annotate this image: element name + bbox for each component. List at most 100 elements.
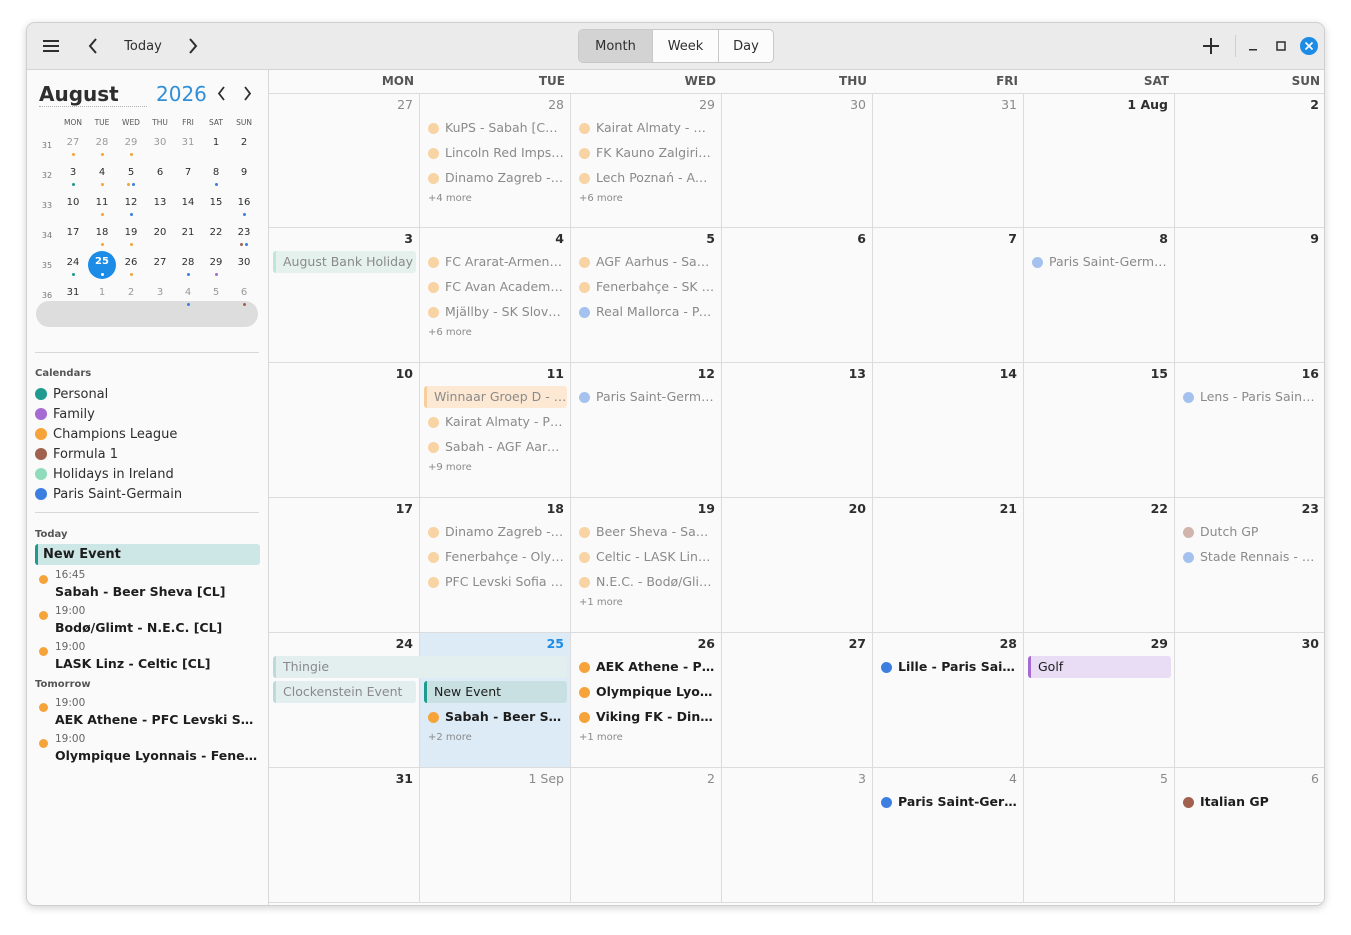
event-item[interactable]: AEK Athene - PFC … bbox=[579, 657, 715, 677]
event-item[interactable]: Mjällby - SK Slovan… bbox=[428, 302, 564, 322]
mini-day[interactable]: 31 bbox=[174, 132, 202, 160]
mini-day[interactable]: 29 bbox=[202, 252, 230, 280]
new-event-button[interactable] bbox=[1199, 31, 1223, 61]
day-cell[interactable]: 7 bbox=[873, 228, 1024, 363]
mini-day[interactable]: 30 bbox=[230, 252, 258, 280]
agenda-event[interactable]: 16:45 Sabah - Beer Sheva [CL] bbox=[35, 569, 261, 603]
event-item[interactable]: Italian GP bbox=[1183, 792, 1319, 812]
day-cell[interactable]: 18 Dinamo Zagreb - Vi… Fenerbahçe - Olym… P… bbox=[420, 498, 571, 633]
calendar-item[interactable]: Holidays in Ireland bbox=[35, 464, 174, 484]
today-button[interactable]: Today bbox=[117, 31, 169, 61]
day-cell[interactable]: 21 bbox=[873, 498, 1024, 633]
event-item[interactable]: Viking FK - Dinamo… bbox=[579, 707, 715, 727]
mini-day[interactable]: 8 bbox=[202, 162, 230, 190]
event-item[interactable]: FC Ararat-Armenia… bbox=[428, 252, 564, 272]
mini-day[interactable]: 20 bbox=[146, 222, 174, 250]
calendar-item[interactable]: Champions League bbox=[35, 424, 177, 444]
mini-day[interactable]: 7 bbox=[174, 162, 202, 190]
day-cell[interactable]: 14 bbox=[873, 363, 1024, 498]
mini-day[interactable]: 27 bbox=[59, 132, 87, 160]
mini-day[interactable]: 22 bbox=[202, 222, 230, 250]
mini-day[interactable]: 24 bbox=[59, 252, 87, 280]
event-item[interactable]: Fenerbahçe - Olym… bbox=[428, 547, 564, 567]
more-events-link[interactable]: +2 more bbox=[428, 732, 472, 743]
mini-day[interactable]: 6 bbox=[146, 162, 174, 190]
day-cell[interactable]: 11 Kairat Almaty - PF… Sabah - AGF Aarhu… +… bbox=[420, 363, 571, 498]
close-button[interactable] bbox=[1299, 31, 1319, 61]
minimize-button[interactable] bbox=[1243, 31, 1263, 61]
day-cell[interactable]: 30 bbox=[1175, 633, 1324, 768]
mini-day[interactable]: 5 bbox=[202, 282, 230, 310]
mini-day[interactable]: 18 bbox=[88, 222, 116, 250]
mini-day[interactable]: 30 bbox=[146, 132, 174, 160]
day-cell[interactable]: 6 Italian GP bbox=[1175, 768, 1324, 903]
day-cell[interactable]: 20 bbox=[722, 498, 873, 633]
more-events-link[interactable]: +9 more bbox=[428, 462, 472, 473]
day-cell[interactable]: 2 bbox=[571, 768, 722, 903]
mini-day[interactable]: 27 bbox=[146, 252, 174, 280]
event-item[interactable]: Stade Rennais - Pa… bbox=[1183, 547, 1319, 567]
mini-day[interactable]: 4 bbox=[88, 162, 116, 190]
calendar-item[interactable]: Personal bbox=[35, 384, 108, 404]
mini-day[interactable]: 31 bbox=[59, 282, 87, 310]
event-item[interactable]: Dinamo Zagreb - Vi… bbox=[428, 522, 564, 542]
day-cell[interactable]: 31 bbox=[873, 93, 1024, 228]
event-item[interactable]: Fenerbahçe - SK St… bbox=[579, 277, 715, 297]
day-cell[interactable]: 27 bbox=[722, 633, 873, 768]
event-item[interactable]: Lens - Paris Saint-… bbox=[1183, 387, 1319, 407]
day-cell[interactable]: 8 Paris Saint-Germai… bbox=[1024, 228, 1175, 363]
more-events-link[interactable]: +1 more bbox=[579, 732, 623, 743]
mini-day[interactable]: 4 bbox=[174, 282, 202, 310]
event-item[interactable]: Sabah - Beer Shev… bbox=[428, 707, 564, 727]
mini-day[interactable]: 11 bbox=[88, 192, 116, 220]
calendar-item[interactable]: Family bbox=[35, 404, 95, 424]
mini-day[interactable]: 23 bbox=[230, 222, 258, 250]
day-cell[interactable]: 26 AEK Athene - PFC … Olympique Lyonnai… Vi… bbox=[571, 633, 722, 768]
mini-day[interactable]: 13 bbox=[146, 192, 174, 220]
day-cell[interactable]: 2 bbox=[1175, 93, 1324, 228]
mini-day[interactable]: 26 bbox=[117, 252, 145, 280]
day-view-tab[interactable]: Day bbox=[719, 30, 773, 62]
calendar-item[interactable]: Formula 1 bbox=[35, 444, 118, 464]
day-cell[interactable]: 4 Paris Saint-Germai… bbox=[873, 768, 1024, 903]
mini-day[interactable]: 15 bbox=[202, 192, 230, 220]
day-cell[interactable]: 5 AGF Aarhus - Saba… Fenerbahçe - SK St… Re… bbox=[571, 228, 722, 363]
previous-button[interactable] bbox=[81, 31, 105, 61]
main-menu-button[interactable] bbox=[37, 31, 65, 61]
event-item[interactable]: Olympique Lyonnai… bbox=[579, 682, 715, 702]
event-item[interactable]: Beer Sheva - Saba… bbox=[579, 522, 715, 542]
event-item[interactable]: Lille - Paris Saint-G… bbox=[881, 657, 1017, 677]
event-item[interactable]: Kairat Almaty - Om… bbox=[579, 118, 715, 138]
agenda-allday-event[interactable]: New Event bbox=[35, 544, 260, 565]
day-cell[interactable]: 27 bbox=[269, 93, 420, 228]
mini-day[interactable]: 3 bbox=[146, 282, 174, 310]
day-cell[interactable]: 30 bbox=[722, 93, 873, 228]
day-cell[interactable]: 13 bbox=[722, 363, 873, 498]
event-item[interactable]: AGF Aarhus - Saba… bbox=[579, 252, 715, 272]
agenda-event[interactable]: 19:00 LASK Linz - Celtic [CL] bbox=[35, 641, 261, 675]
day-cell[interactable]: 1 Aug bbox=[1024, 93, 1175, 228]
mini-day[interactable]: 16 bbox=[230, 192, 258, 220]
event-item[interactable]: N.E.C. - Bodø/Glimt… bbox=[579, 572, 715, 592]
allday-event-bar[interactable]: Thingie bbox=[273, 656, 567, 678]
mini-day[interactable]: 25 bbox=[88, 251, 116, 280]
event-item[interactable]: Celtic - LASK Linz [... bbox=[579, 547, 715, 567]
month-view-tab[interactable]: Month bbox=[579, 30, 653, 62]
event-item[interactable]: Paris Saint-Germai… bbox=[579, 387, 715, 407]
mini-day[interactable]: 17 bbox=[59, 222, 87, 250]
day-cell[interactable]: 4 FC Ararat-Armenia… FC Avan Academy -… Mjä… bbox=[420, 228, 571, 363]
day-cell[interactable]: 12 Paris Saint-Germai… bbox=[571, 363, 722, 498]
more-events-link[interactable]: +6 more bbox=[428, 327, 472, 338]
event-item[interactable]: Kairat Almaty - PF… bbox=[428, 412, 564, 432]
allday-event-bar[interactable]: Clockenstein Event bbox=[273, 681, 416, 703]
more-events-link[interactable]: +1 more bbox=[579, 597, 623, 608]
agenda-event[interactable]: 19:00 Olympique Lyonnais - Fenerbahçe [CL… bbox=[35, 733, 261, 767]
mini-calendar-month[interactable]: August bbox=[39, 82, 147, 107]
event-item[interactable]: Dutch GP bbox=[1183, 522, 1319, 542]
mini-day[interactable]: 28 bbox=[88, 132, 116, 160]
event-item[interactable]: Paris Saint-Germai… bbox=[881, 792, 1017, 812]
allday-event-bar[interactable]: August Bank Holiday bbox=[273, 251, 416, 273]
mini-day[interactable]: 29 bbox=[117, 132, 145, 160]
event-item[interactable]: Lincoln Red Imps - … bbox=[428, 143, 564, 163]
mini-day[interactable]: 28 bbox=[174, 252, 202, 280]
